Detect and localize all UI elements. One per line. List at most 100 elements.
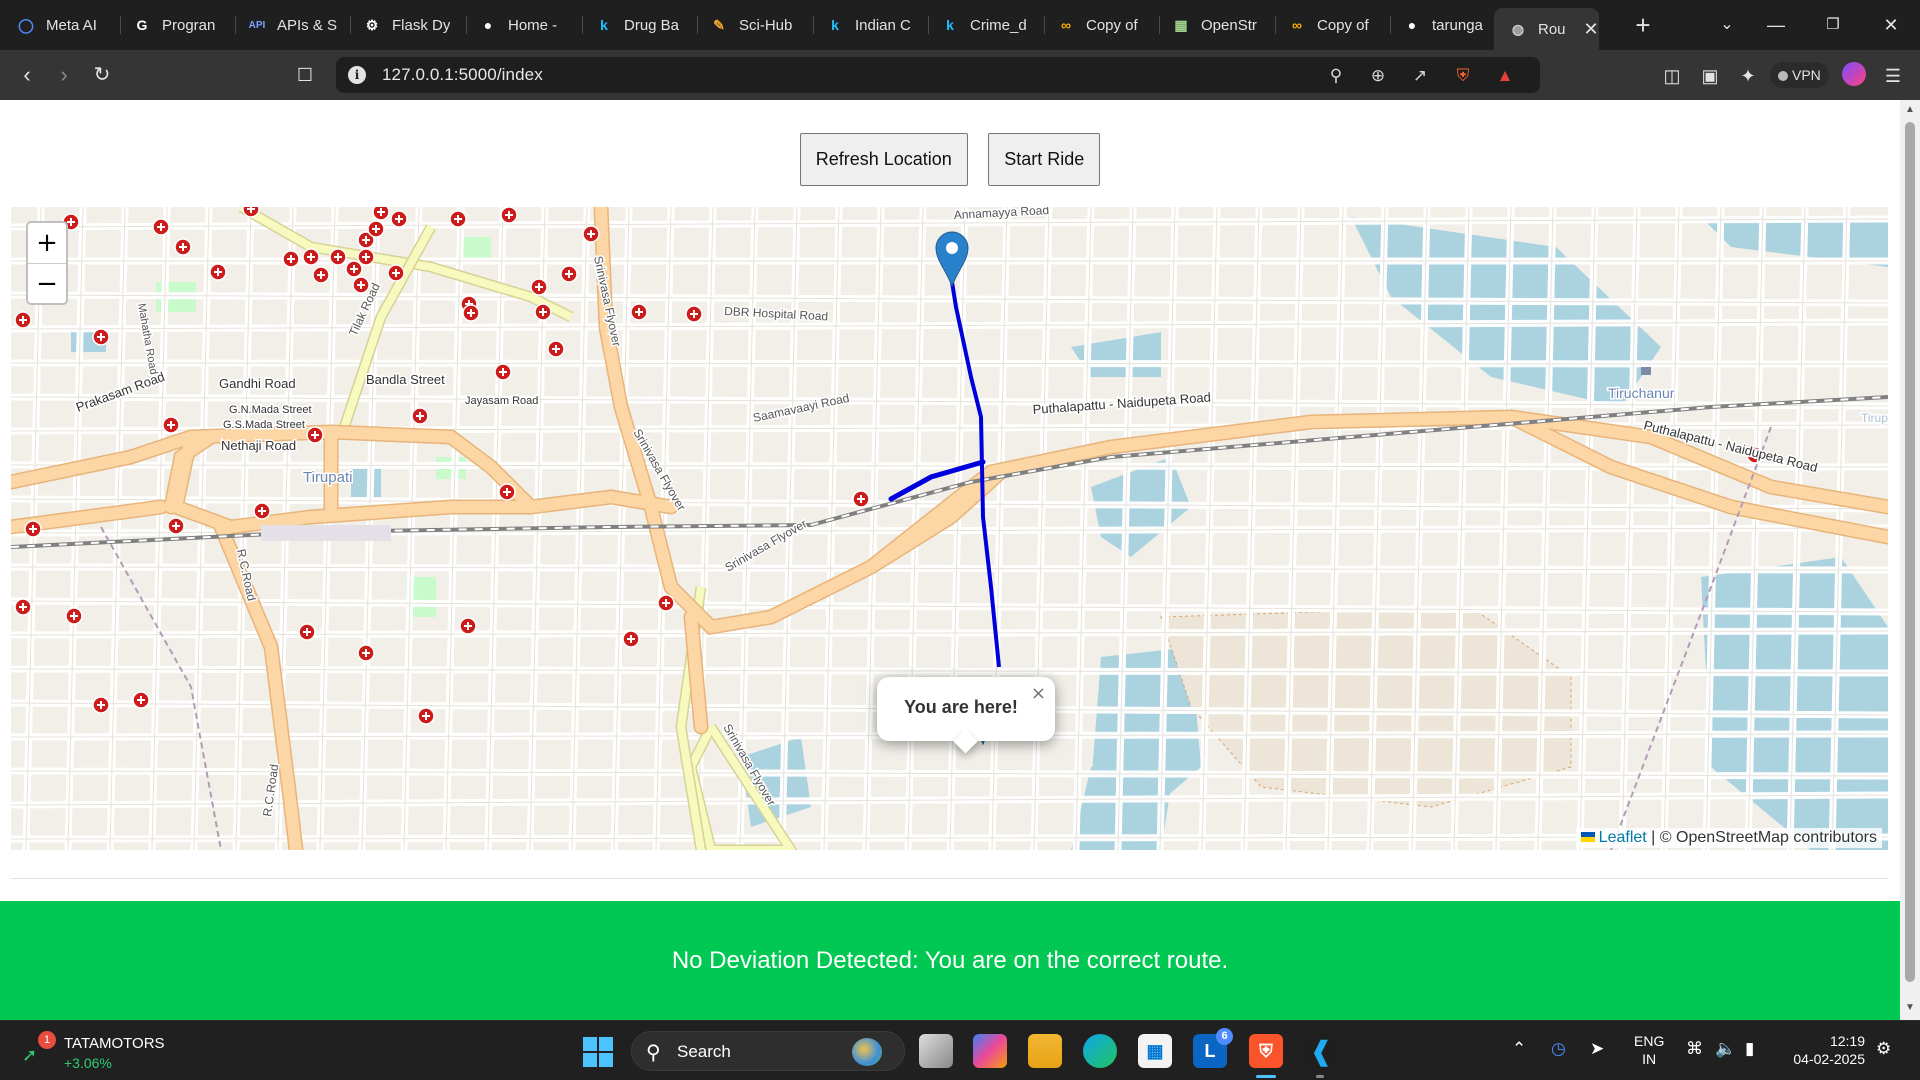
- address-bar[interactable]: i 127.0.0.1:5000/index ⚲ ⊕ ↗ ⛨ ▲: [336, 57, 1540, 93]
- tab-2[interactable]: G Progran: [132, 6, 216, 44]
- tab-7[interactable]: ✎ Sci-Hub: [709, 6, 792, 44]
- vpn-label: VPN: [1792, 67, 1821, 83]
- park-area: [461, 237, 491, 259]
- tab-8[interactable]: k Indian C: [825, 6, 911, 44]
- map-label-jayasam-road: Jayasam Road: [465, 395, 538, 407]
- send-icon[interactable]: ➤: [1590, 1039, 1604, 1059]
- tab-6[interactable]: k Drug Ba: [594, 6, 679, 44]
- reload-button[interactable]: ↻: [86, 60, 118, 92]
- vscode-icon[interactable]: ❰: [1304, 1034, 1338, 1068]
- tab-separator: [350, 16, 351, 34]
- tab-4[interactable]: ⚙ Flask Dy: [362, 6, 451, 44]
- volume-icon[interactable]: 🔈: [1715, 1039, 1736, 1059]
- tab-5[interactable]: ● Home -: [478, 6, 557, 44]
- taskbar-search[interactable]: ⚲ Search: [631, 1031, 905, 1071]
- page-scrollbar[interactable]: ▲ ▼: [1900, 100, 1920, 1020]
- tab-1[interactable]: ◯ Meta AI: [16, 6, 97, 44]
- tab-title: Drug Ba: [624, 16, 680, 34]
- battery-icon[interactable]: ▮: [1745, 1039, 1754, 1059]
- tab-11[interactable]: ▦ OpenStr: [1171, 6, 1257, 44]
- map-label-gs-mada-street: G.S.Mada Street: [223, 419, 305, 431]
- scroll-thumb[interactable]: [1905, 122, 1915, 982]
- stock-badge: 1: [38, 1031, 56, 1049]
- tab-13[interactable]: ● tarunga: [1402, 6, 1483, 44]
- chatgpt-icon: ⚙: [365, 16, 379, 33]
- meta-ai-icon: ◯: [18, 16, 34, 33]
- tab-12[interactable]: ∞ Copy of: [1287, 6, 1369, 44]
- edge-icon[interactable]: [1083, 1034, 1117, 1068]
- leo-ai-icon[interactable]: ✦: [1735, 63, 1761, 89]
- brave-rewards-icon[interactable]: ▲: [1494, 65, 1516, 87]
- search-icon: ⚲: [646, 1042, 661, 1064]
- tab-title: OpenStr: [1201, 16, 1257, 34]
- zoom-control: + −: [26, 221, 68, 305]
- tab-3[interactable]: API APIs & S: [247, 6, 337, 44]
- tab-separator: [697, 16, 698, 34]
- map-tiles: Annamayya RoadDBR Hospital RoadGandhi Ro…: [11, 207, 1888, 850]
- popup-close-button[interactable]: ×: [1031, 683, 1046, 704]
- new-tab-button[interactable]: +: [1628, 10, 1658, 40]
- brave-shields-icon[interactable]: ⛨: [1452, 65, 1474, 87]
- location-popup: You are here! ×: [877, 677, 1055, 754]
- profile-avatar[interactable]: [1842, 62, 1866, 86]
- tab-title: Progran: [162, 16, 216, 34]
- tab-14[interactable]: ◍ Rou ✕: [1494, 8, 1599, 50]
- menu-icon[interactable]: ☰: [1880, 63, 1906, 89]
- leaflet-link[interactable]: Leaflet: [1599, 829, 1647, 846]
- tab-separator: [1275, 16, 1276, 34]
- search-highlight-icon: [852, 1038, 882, 1066]
- close-window-button[interactable]: ✕: [1871, 8, 1911, 42]
- map-attribution: Leaflet | © OpenStreetMap contributors: [1575, 828, 1882, 848]
- wifi-icon[interactable]: ⌘: [1686, 1039, 1703, 1059]
- bookmark-icon[interactable]: ☐: [289, 60, 321, 92]
- tab-separator: [1044, 16, 1045, 34]
- vpn-button[interactable]: VPN: [1770, 62, 1829, 88]
- folder-icon[interactable]: [1028, 1034, 1062, 1068]
- zoom-out-button[interactable]: −: [28, 263, 66, 303]
- share-icon[interactable]: ↗: [1409, 65, 1431, 87]
- language-indicator[interactable]: ENG IN: [1634, 1032, 1664, 1068]
- refresh-location-button[interactable]: Refresh Location: [799, 133, 968, 186]
- brave-icon[interactable]: ⛨: [1249, 1034, 1283, 1068]
- tab-separator: [120, 16, 121, 34]
- search-label: Search: [677, 1042, 731, 1061]
- ukraine-flag-icon: [1580, 832, 1595, 842]
- status-banner: No Deviation Detected: You are on the co…: [0, 901, 1900, 1020]
- url-text[interactable]: 127.0.0.1:5000/index: [382, 65, 543, 85]
- colab-icon: ∞: [1061, 17, 1071, 33]
- zoom-in-button[interactable]: +: [28, 223, 66, 263]
- linkedin-icon[interactable]: L6: [1193, 1028, 1233, 1068]
- stock-name: TATAMOTORS: [64, 1035, 165, 1052]
- clock-app-icon[interactable]: ◷: [1551, 1039, 1566, 1059]
- tab-9[interactable]: k Crime_d: [940, 6, 1027, 44]
- location-pin-icon[interactable]: ⚲: [1325, 65, 1347, 87]
- tab-separator: [928, 16, 929, 34]
- scroll-up-icon[interactable]: ▲: [1904, 104, 1916, 116]
- back-button[interactable]: ‹: [11, 60, 43, 92]
- tab-search-chevron-icon[interactable]: ⌄: [1707, 8, 1747, 42]
- scroll-down-icon[interactable]: ▼: [1904, 1002, 1916, 1014]
- store-icon[interactable]: ▦: [1138, 1034, 1172, 1068]
- forward-button[interactable]: ›: [48, 60, 80, 92]
- start-ride-button[interactable]: Start Ride: [988, 133, 1101, 186]
- wallet-icon[interactable]: ▣: [1697, 63, 1723, 89]
- start-button[interactable]: [583, 1037, 613, 1067]
- site-info-icon[interactable]: i: [348, 66, 366, 84]
- minimize-button[interactable]: —: [1756, 8, 1796, 42]
- tab-10[interactable]: ∞ Copy of: [1056, 6, 1138, 44]
- zoom-icon[interactable]: ⊕: [1367, 65, 1389, 87]
- scihub-icon: ✎: [713, 16, 725, 33]
- map-label-bandla-street: Bandla Street: [366, 372, 445, 387]
- sidebar-icon[interactable]: ◫: [1659, 63, 1685, 89]
- restore-button[interactable]: ❐: [1813, 8, 1853, 42]
- tab-close-icon[interactable]: ✕: [1584, 19, 1599, 40]
- language-line2: IN: [1642, 1051, 1657, 1067]
- clock[interactable]: 12:19 04-02-2025: [1785, 1032, 1865, 1068]
- water-body: [351, 467, 381, 497]
- notification-icon[interactable]: ⚙: [1876, 1039, 1891, 1059]
- tray-chevron-icon[interactable]: ⌃: [1512, 1039, 1526, 1059]
- tiruchanur-station: [1641, 367, 1651, 375]
- file-explorer-icon[interactable]: [919, 1034, 953, 1068]
- copilot-icon[interactable]: [973, 1034, 1007, 1068]
- map[interactable]: Annamayya Road DBR Hospital Road Gandhi Ro…: [11, 207, 1888, 850]
